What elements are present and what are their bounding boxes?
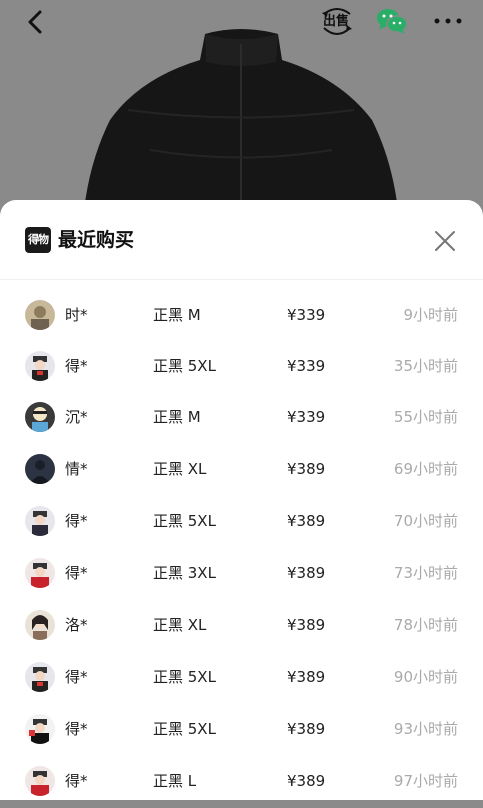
photo-avatar-icon [25,454,55,484]
price: ¥389 [287,460,326,478]
default-user-avatar-icon [25,558,55,588]
sheet-header: 得物 最近购买 [0,200,483,280]
sheet-title: 最近购买 [58,229,135,251]
product-spec: 正黑 5XL [153,357,216,375]
user-avatar [25,506,55,536]
header-divider [0,279,483,280]
more-dots-icon [434,18,462,24]
top-bar: 出售 [0,0,483,42]
product-spec: 正黑 5XL [153,720,216,738]
purchase-row: 洛* 正黑 XL ¥389 78小时前 [0,600,483,652]
default-user-avatar-icon [25,662,55,692]
purchase-row: 沉* 正黑 M ¥339 55小时前 [0,392,483,444]
purchase-row: 得* 正黑 5XL ¥389 70小时前 [0,496,483,548]
wechat-icon [377,9,408,34]
purchase-time: 70小时前 [393,512,458,530]
price: ¥389 [287,616,326,634]
user-avatar [25,300,55,330]
product-spec: 正黑 M [153,306,201,324]
user-avatar [25,662,55,692]
purchase-time: 9小时前 [403,306,458,324]
default-user-avatar-icon [25,714,55,744]
purchase-row: 得* 正黑 3XL ¥389 73小时前 [0,548,483,600]
purchase-row: 得* 正黑 L ¥389 97小时前 [0,756,483,808]
price: ¥389 [287,512,326,530]
user-avatar [25,714,55,744]
default-user-avatar-icon [25,506,55,536]
brand-logo-icon: 得物 [25,227,51,253]
buyer-name: 沉* [65,408,88,426]
buyer-name: 时* [65,306,88,324]
price: ¥339 [287,357,326,375]
product-spec: 正黑 5XL [153,512,216,530]
price: ¥389 [287,668,326,686]
purchase-row: 得* 正黑 5XL ¥389 90小时前 [0,652,483,704]
user-avatar [25,351,55,381]
purchase-time: 73小时前 [393,564,458,582]
product-spec: 正黑 M [153,408,201,426]
buyer-name: 得* [65,720,88,738]
photo-avatar-icon [25,300,55,330]
photo-avatar-icon [25,610,55,640]
user-avatar [25,454,55,484]
purchase-time: 90小时前 [393,668,458,686]
close-icon [435,231,455,251]
buyer-name: 得* [65,357,88,375]
buyer-name: 得* [65,512,88,530]
buyer-name: 得* [65,668,88,686]
price: ¥389 [287,720,326,738]
buyer-name: 情* [65,460,88,478]
product-spec: 正黑 XL [153,616,207,634]
wechat-share-button[interactable] [376,7,408,35]
user-avatar [25,610,55,640]
sell-button[interactable]: 出售 [320,6,354,40]
sell-label: 出售 [323,14,350,29]
user-avatar [25,558,55,588]
close-button[interactable] [432,228,458,254]
product-spec: 正黑 L [153,772,197,790]
purchase-row: 情* 正黑 XL ¥389 69小时前 [0,444,483,496]
photo-avatar-icon [25,402,55,432]
user-avatar [25,402,55,432]
buyer-name: 得* [65,564,88,582]
user-avatar [25,766,55,796]
purchase-time: 97小时前 [393,772,458,790]
buyer-name: 洛* [65,616,88,634]
default-user-avatar-icon [25,766,55,796]
chevron-left-icon [28,10,42,34]
price: ¥389 [287,772,326,790]
product-spec: 正黑 3XL [153,564,216,582]
default-user-avatar-icon [25,351,55,381]
price: ¥389 [287,564,326,582]
purchase-time: 78小时前 [393,616,458,634]
more-button[interactable] [432,12,464,30]
buyer-name: 得* [65,772,88,790]
purchase-time: 69小时前 [393,460,458,478]
recent-purchases-sheet: 得物 最近购买 时* 正黑 M ¥339 9小时前 得* 正黑 5XL ¥339… [0,200,483,800]
purchase-time: 35小时前 [393,357,458,375]
product-spec: 正黑 5XL [153,668,216,686]
purchase-time: 93小时前 [393,720,458,738]
purchase-row: 得* 正黑 5XL ¥389 93小时前 [0,704,483,756]
product-spec: 正黑 XL [153,460,207,478]
price: ¥339 [287,408,326,426]
price: ¥339 [287,306,326,324]
back-button[interactable] [22,8,52,36]
purchase-row: 时* 正黑 M ¥339 9小时前 [0,290,483,342]
purchase-time: 55小时前 [393,408,458,426]
purchase-row: 得* 正黑 5XL ¥339 35小时前 [0,341,483,393]
